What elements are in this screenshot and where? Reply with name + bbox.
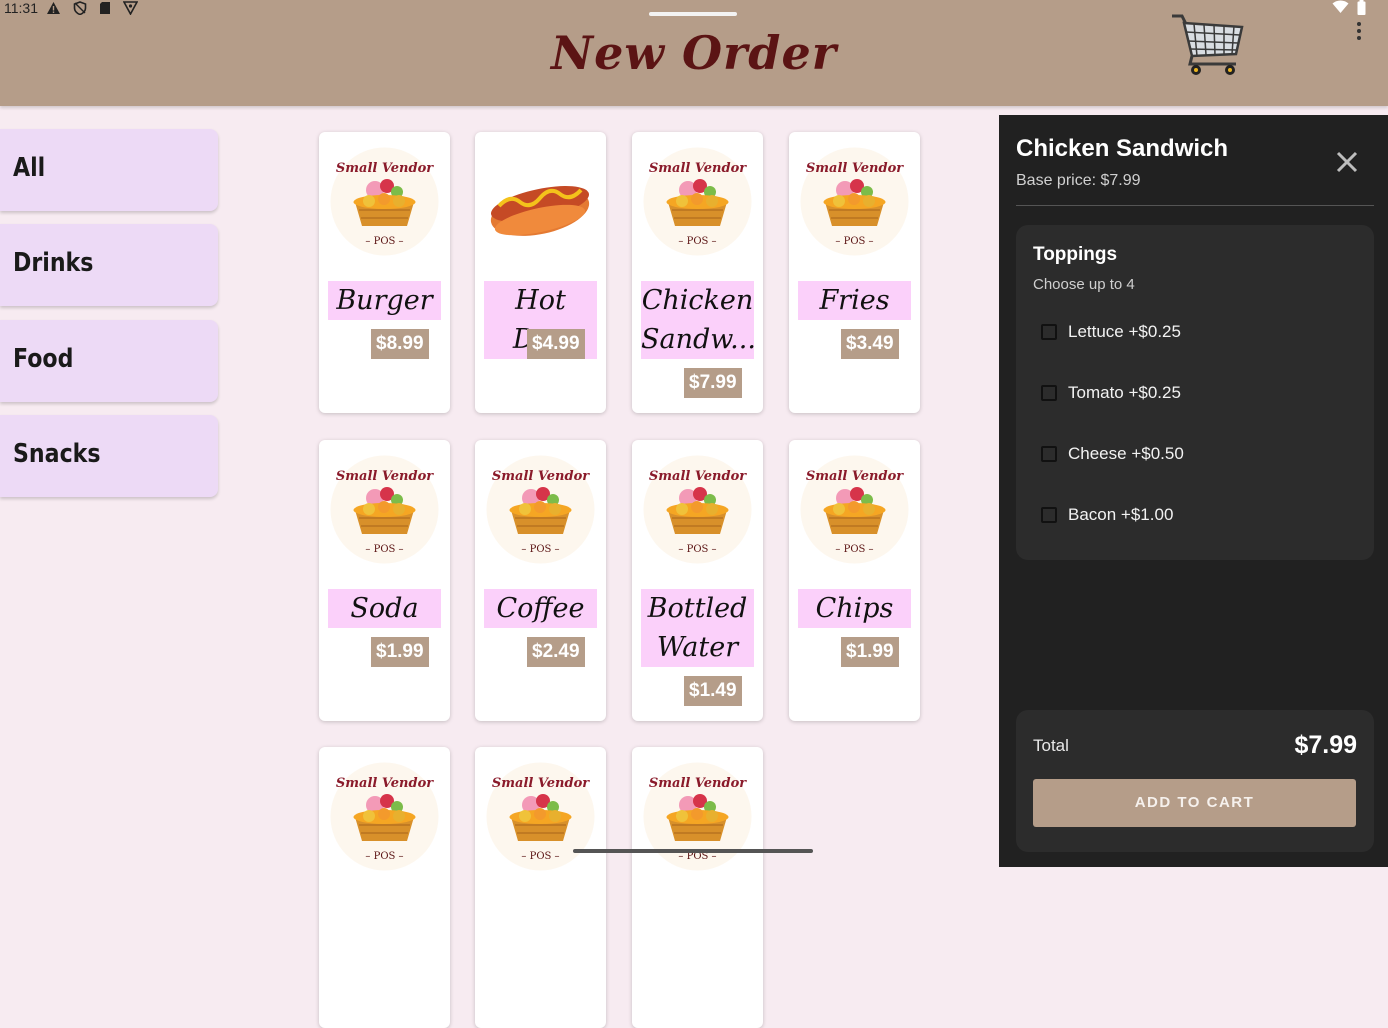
product-card[interactable]: Small Vendor – POS – Fries $3.49 xyxy=(789,132,920,413)
logo-text: Small Vendor xyxy=(806,469,904,484)
product-name: Coffee xyxy=(484,589,597,628)
category-label: All xyxy=(13,153,46,183)
toppings-group: Toppings Choose up to 4 Lettuce +$0.25 T… xyxy=(1016,225,1374,560)
product-card[interactable]: Small Vendor – POS – xyxy=(475,747,606,1028)
warning-icon xyxy=(47,2,60,14)
hotdog-image xyxy=(485,146,596,257)
vendor-logo-image: Small Vendor – POS – xyxy=(485,454,596,565)
sd-card-icon xyxy=(100,2,110,14)
product-card[interactable]: Small Vendor – POS – Bottled Water $1.49 xyxy=(632,440,763,721)
product-card[interactable]: Hot Dog$4.99 xyxy=(475,132,606,413)
category-all[interactable]: All xyxy=(0,129,218,211)
vpn-icon xyxy=(123,1,138,15)
toppings-subtitle: Choose up to 4 xyxy=(1033,276,1135,293)
divider xyxy=(1016,205,1374,206)
total-section: Total $7.99 ADD TO CART xyxy=(1016,710,1374,852)
vendor-logo-image: Small Vendor – POS – xyxy=(485,761,596,872)
topping-label: Tomato +$0.25 xyxy=(1068,383,1181,402)
vendor-logo-image: Small Vendor – POS – xyxy=(329,146,440,257)
item-title: Chicken Sandwich xyxy=(1016,135,1229,162)
close-icon[interactable] xyxy=(1335,150,1359,174)
product-card[interactable]: Small Vendor – POS – Chips $1.99 xyxy=(789,440,920,721)
vendor-logo-image: Small Vendor – POS – xyxy=(642,761,753,872)
logo-text: Small Vendor xyxy=(336,161,434,176)
category-snacks[interactable]: Snacks xyxy=(0,415,218,497)
vendor-logo-image: Small Vendor – POS – xyxy=(329,761,440,872)
status-right xyxy=(1332,0,1366,15)
logo-text: Small Vendor xyxy=(649,776,747,791)
status-icons xyxy=(46,1,138,15)
app-header: 11:31 New Order xyxy=(0,0,1388,106)
shield-icon xyxy=(73,1,87,15)
checkbox[interactable] xyxy=(1041,385,1057,401)
product-price: $2.49 xyxy=(527,637,585,667)
logo-text: – POS – xyxy=(678,544,716,555)
item-options-panel: Chicken Sandwich Base price: $7.99 Toppi… xyxy=(999,115,1388,867)
product-card[interactable]: Small Vendor – POS – Soda $1.99 xyxy=(319,440,450,721)
logo-text: – POS – xyxy=(521,544,559,555)
category-label: Food xyxy=(13,344,74,374)
category-label: Snacks xyxy=(13,439,101,469)
shopping-cart-icon[interactable] xyxy=(1170,12,1246,78)
product-name: Chicken Sandw... xyxy=(641,281,756,359)
checkbox[interactable] xyxy=(1041,507,1057,523)
product-price: $1.99 xyxy=(371,637,429,667)
product-price: $8.99 xyxy=(371,329,429,359)
product-card[interactable]: Small Vendor – POS – xyxy=(632,747,763,1028)
logo-text: Small Vendor xyxy=(492,776,590,791)
logo-text: – POS – xyxy=(365,544,403,555)
battery-icon xyxy=(1357,0,1366,15)
product-card[interactable]: Small Vendor – POS – Coffee $2.49 xyxy=(475,440,606,721)
logo-text: Small Vendor xyxy=(806,161,904,176)
product-name: Soda xyxy=(328,589,441,628)
logo-text: – POS – xyxy=(835,544,873,555)
logo-text: Small Vendor xyxy=(649,469,747,484)
product-price: $3.49 xyxy=(841,329,899,359)
base-price: Base price: $7.99 xyxy=(1016,172,1141,189)
more-options-icon[interactable] xyxy=(1352,20,1366,44)
vendor-logo-image: Small Vendor – POS – xyxy=(799,146,910,257)
product-card[interactable]: Small Vendor – POS – Burger $8.99 xyxy=(319,132,450,413)
category-food[interactable]: Food xyxy=(0,320,218,402)
category-label: Drinks xyxy=(13,248,94,278)
category-drinks[interactable]: Drinks xyxy=(0,224,218,306)
vendor-logo-image: Small Vendor – POS – xyxy=(642,146,753,257)
add-to-cart-button[interactable]: ADD TO CART xyxy=(1033,779,1356,827)
vendor-logo-image: Small Vendor – POS – xyxy=(799,454,910,565)
topping-label: Cheese +$0.50 xyxy=(1068,444,1184,463)
product-card[interactable]: Small Vendor – POS – xyxy=(319,747,450,1028)
logo-text: – POS – xyxy=(365,236,403,247)
logo-text: – POS – xyxy=(365,851,403,862)
topping-label: Lettuce +$0.25 xyxy=(1068,322,1181,341)
total-label: Total xyxy=(1033,736,1069,755)
logo-text: – POS – xyxy=(521,851,559,862)
logo-text: Small Vendor xyxy=(649,161,747,176)
logo-text: Small Vendor xyxy=(492,469,590,484)
wifi-icon xyxy=(1332,0,1349,13)
product-name: Chips xyxy=(798,589,911,628)
product-price: $1.49 xyxy=(684,676,742,706)
logo-text: Small Vendor xyxy=(336,776,434,791)
logo-text: – POS – xyxy=(835,236,873,247)
product-card[interactable]: Small Vendor – POS – Chicken Sandw... $7.99 xyxy=(632,132,763,413)
gesture-nav-bar[interactable] xyxy=(573,849,813,853)
topping-label: Bacon +$1.00 xyxy=(1068,505,1174,524)
vendor-logo-image: Small Vendor – POS – xyxy=(642,454,753,565)
product-price: $7.99 xyxy=(684,368,742,398)
product-name: Fries xyxy=(798,281,911,320)
vendor-logo-image: Small Vendor – POS – xyxy=(329,454,440,565)
drag-handle[interactable] xyxy=(649,12,737,16)
status-time: 11:31 xyxy=(4,0,38,16)
checkbox[interactable] xyxy=(1041,324,1057,340)
checkbox[interactable] xyxy=(1041,446,1057,462)
logo-text: – POS – xyxy=(678,236,716,247)
product-name: Bottled Water xyxy=(641,589,754,667)
product-name: Burger xyxy=(328,281,441,320)
product-price: $4.99 xyxy=(527,329,585,359)
product-price: $1.99 xyxy=(841,637,899,667)
total-value: $7.99 xyxy=(1294,731,1357,759)
logo-text: Small Vendor xyxy=(336,469,434,484)
toppings-heading: Toppings xyxy=(1033,244,1118,265)
